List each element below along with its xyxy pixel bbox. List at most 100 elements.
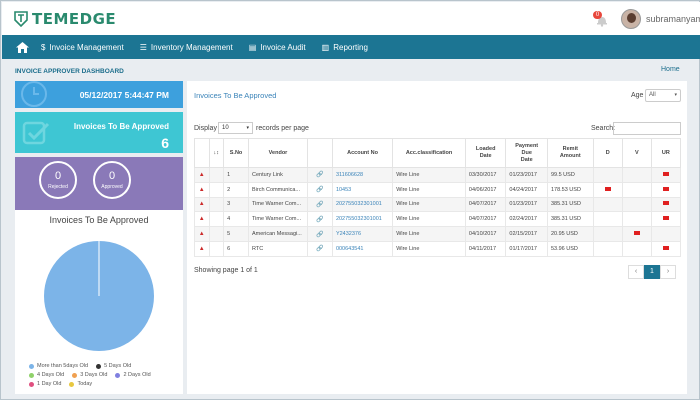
vendor-cell: RTC xyxy=(247,240,309,257)
document-icon: ▤ xyxy=(248,42,257,52)
legend-swatch xyxy=(115,372,121,378)
sno-cell: 1 xyxy=(223,167,249,183)
nav-item-inventory-management[interactable]: ☰ Inventory Management xyxy=(140,43,233,52)
account-link[interactable]: 202755032301001 xyxy=(331,211,394,228)
column-header-d[interactable]: D xyxy=(592,138,623,168)
table-row[interactable]: ▲ 2 Birch Communica... 🔗 10453 Wire Line 04/06… xyxy=(194,181,682,198)
account-link[interactable]: 202755032301001 xyxy=(331,196,394,213)
flag-cell xyxy=(592,181,623,198)
age-select[interactable]: All ▾ xyxy=(645,89,681,102)
page-size-select[interactable]: 10 ▾ xyxy=(218,122,253,134)
table-row[interactable]: ▲ 5 American Messagi... 🔗 Y2432376 Wire Line 0… xyxy=(194,226,682,242)
table-header-row: ↓↕ S.No Vendor Account No Acc.classifica… xyxy=(194,138,682,168)
row-cell xyxy=(208,181,225,198)
legend-item[interactable]: 2 Days Old xyxy=(115,372,151,378)
attachment-icon[interactable]: 🔗 xyxy=(307,167,333,183)
nav-item-invoice-audit[interactable]: ▤ Invoice Audit xyxy=(249,43,306,52)
rejected-counter[interactable]: 0 Rejected xyxy=(39,161,77,199)
table-row[interactable]: ▲ 1 Century Link 🔗 311606628 Wire Line 03/30/2… xyxy=(194,167,682,183)
flag-cell xyxy=(621,240,652,257)
page-size-value: 10 xyxy=(222,125,229,131)
column-header-account[interactable]: Account No xyxy=(331,138,394,168)
prev-page-button[interactable]: ‹ xyxy=(628,265,644,279)
sno-cell: 4 xyxy=(223,211,249,228)
approved-counter[interactable]: 0 Approved xyxy=(93,161,131,199)
legend-item[interactable]: 3 Days Old xyxy=(72,372,107,378)
sno-cell: 3 xyxy=(223,196,249,213)
table-row[interactable]: ▲ 4 Time Warner Com... 🔗 202755032301001 Wire… xyxy=(194,211,682,228)
display-label: Display xyxy=(194,125,217,132)
classification-cell: Wire Line xyxy=(392,211,466,228)
invoices-panel: Invoices To Be Approved Age All ▾ Displa… xyxy=(187,81,687,394)
priority-arrow-icon: ▲ xyxy=(194,167,210,183)
flag-cell xyxy=(592,226,623,242)
account-link[interactable]: Y2432376 xyxy=(331,226,394,242)
nav-item-label: Invoice Audit xyxy=(260,42,306,52)
records-per-page-label: records per page xyxy=(256,125,309,132)
classification-cell: Wire Line xyxy=(392,196,466,213)
attachment-icon[interactable]: 🔗 xyxy=(307,181,333,198)
attachment-icon[interactable]: 🔗 xyxy=(307,196,333,213)
legend-item[interactable]: 5 Days Old xyxy=(96,363,131,369)
vendor-cell: Time Warner Com... xyxy=(247,211,309,228)
chevron-down-icon: ▾ xyxy=(674,92,677,98)
loaded-date-cell: 04/06/2017 xyxy=(464,181,507,198)
row-cell xyxy=(208,196,225,213)
clock-icon xyxy=(21,81,47,107)
column-header-vendor[interactable]: Vendor xyxy=(247,138,309,168)
loaded-date-cell: 04/10/2017 xyxy=(464,226,507,242)
approve-widget-count: 6 xyxy=(161,135,169,151)
approve-count-widget[interactable]: Invoices To Be Approved 6 xyxy=(15,112,183,153)
account-link[interactable]: 10453 xyxy=(331,181,394,198)
legend-item[interactable]: Today xyxy=(69,381,92,387)
flag-cell xyxy=(650,181,682,198)
next-page-button[interactable]: › xyxy=(660,265,676,279)
attachment-icon[interactable]: 🔗 xyxy=(307,211,333,228)
invoices-table: ↓↕ S.No Vendor Account No Acc.classifica… xyxy=(194,138,682,257)
legend-item[interactable]: More than 5days Old xyxy=(29,363,88,369)
priority-arrow-icon: ▲ xyxy=(194,226,210,242)
row-cell xyxy=(208,240,225,257)
column-header-sno[interactable]: S.No xyxy=(223,138,249,168)
table-row[interactable]: ▲ 3 Time Warner Com... 🔗 202755032301001 Wire… xyxy=(194,196,682,213)
approve-widget-label: Invoices To Be Approved xyxy=(73,122,169,131)
sort-icon[interactable]: ↓↕ xyxy=(208,138,225,168)
legend-item[interactable]: 4 Days Old xyxy=(29,372,64,378)
nav-item-label: Invoice Management xyxy=(49,42,124,52)
flag-cell xyxy=(621,226,652,242)
due-date-cell: 01/17/2017 xyxy=(505,240,548,257)
rejected-value: 0 xyxy=(54,170,62,182)
column-header-amount[interactable]: Remit Amount xyxy=(546,138,594,168)
account-link[interactable]: 000643541 xyxy=(331,240,394,257)
nav-item-reporting[interactable]: ▥ Reporting xyxy=(322,43,368,52)
search-label: Search: xyxy=(591,125,616,132)
column-header-classification[interactable]: Acc.classification xyxy=(392,138,466,168)
avatar[interactable] xyxy=(621,9,641,29)
breadcrumb-home[interactable]: Home xyxy=(661,66,680,73)
approved-value: 0 xyxy=(108,170,116,182)
flag-cell xyxy=(592,196,623,213)
legend-swatch xyxy=(96,363,102,369)
brand-logo[interactable]: TEMEDGE xyxy=(14,10,116,28)
column-header-ur[interactable]: UR xyxy=(650,138,682,168)
flag-cell xyxy=(592,167,623,183)
page-button-1[interactable]: 1 xyxy=(644,265,660,279)
classification-cell: Wire Line xyxy=(392,226,466,242)
status-widget: 0 Rejected 0 Approved xyxy=(15,157,183,210)
attachment-icon[interactable]: 🔗 xyxy=(307,226,333,242)
dollar-icon: $ xyxy=(41,42,46,52)
home-icon[interactable] xyxy=(16,41,29,53)
username[interactable]: subramanyam xyxy=(646,14,700,24)
search-input[interactable] xyxy=(613,122,681,135)
column-header-v[interactable]: V xyxy=(621,138,652,168)
nav-item-label: Reporting xyxy=(333,42,368,52)
column-header-due-date[interactable]: Payment Due Date xyxy=(505,138,548,168)
attachment-icon[interactable]: 🔗 xyxy=(307,240,333,257)
account-link[interactable]: 311606628 xyxy=(331,167,394,183)
nav-item-invoice-management[interactable]: $ Invoice Management xyxy=(41,43,124,52)
table-row[interactable]: ▲ 6 RTC 🔗 000643541 Wire Line 04/11/2017 01/17/… xyxy=(194,240,682,257)
priority-arrow-icon: ▲ xyxy=(194,211,210,228)
legend-item[interactable]: 1 Day Old xyxy=(29,381,61,387)
column-header-loaded-date[interactable]: Loaded Date xyxy=(464,138,507,168)
flag-cell xyxy=(592,240,623,257)
